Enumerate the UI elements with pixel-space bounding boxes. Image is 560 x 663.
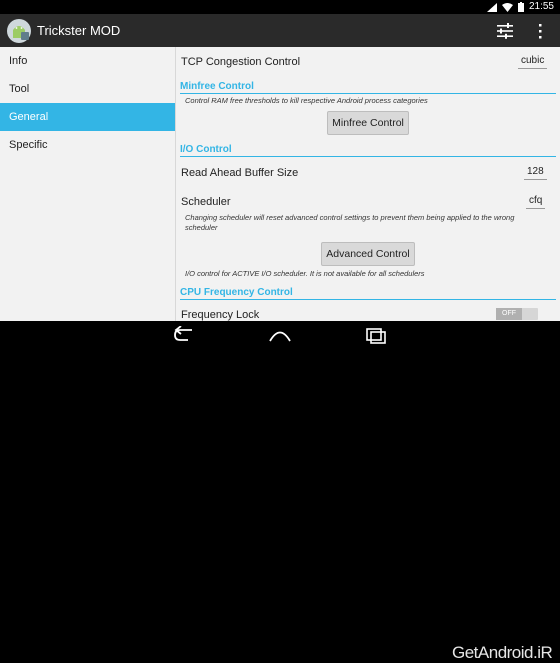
read-ahead-label: Read Ahead Buffer Size: [181, 167, 299, 179]
battery-icon: [517, 2, 524, 12]
android-app-icon: [7, 19, 31, 43]
sidebar-item-info[interactable]: Info: [0, 47, 175, 75]
status-bar: 21:55: [0, 0, 560, 14]
scheduler-value[interactable]: cfq: [526, 194, 546, 209]
cpu-frequency-section-header: CPU Frequency Control: [180, 286, 556, 300]
watermark: GetAndroid.iR: [452, 643, 553, 662]
sidebar-item-specific[interactable]: Specific: [0, 131, 175, 159]
frequency-lock-label: Frequency Lock: [181, 309, 260, 321]
sidebar-item-general[interactable]: General: [0, 103, 175, 131]
home-icon[interactable]: [268, 326, 292, 344]
tcp-congestion-value[interactable]: cubic: [518, 54, 548, 69]
tcp-congestion-label: TCP Congestion Control: [181, 56, 301, 68]
sidebar-item-tool[interactable]: Tool: [0, 75, 175, 103]
scheduler-note: Changing scheduler will reset advanced c…: [185, 213, 515, 232]
frequency-lock-toggle[interactable]: OFF: [496, 308, 538, 320]
wifi-icon: [501, 2, 513, 12]
content-area: Info Tool General Specific TCP Congestio…: [0, 47, 560, 321]
advanced-control-note: I/O control for ACTIVE I/O scheduler. It…: [185, 269, 425, 278]
app-title: Trickster MOD: [37, 23, 121, 38]
minfree-section-header: Minfree Control: [180, 80, 556, 94]
bluetooth-signal-icon: [486, 2, 497, 12]
advanced-control-button[interactable]: Advanced Control: [321, 242, 415, 266]
back-icon[interactable]: [172, 326, 196, 344]
recent-apps-icon[interactable]: [364, 326, 388, 344]
frequency-lock-state: OFF: [496, 308, 522, 320]
tune-sliders-icon[interactable]: [496, 22, 514, 40]
io-section-header: I/O Control: [180, 143, 556, 157]
status-icons: 21:55: [486, 1, 554, 13]
sidebar: Info Tool General Specific: [0, 47, 176, 321]
navigation-bar: GetAndroid.iR: [0, 321, 560, 662]
minfree-control-button[interactable]: Minfree Control: [327, 111, 409, 135]
read-ahead-value[interactable]: 128: [524, 165, 547, 180]
minfree-description: Control RAM free thresholds to kill resp…: [185, 96, 428, 105]
scheduler-label: Scheduler: [181, 196, 231, 208]
settings-panel: TCP Congestion Control cubic Minfree Con…: [176, 47, 560, 321]
action-bar: Trickster MOD: [0, 14, 560, 47]
status-time: 21:55: [528, 1, 554, 12]
overflow-menu-icon[interactable]: [534, 22, 546, 40]
